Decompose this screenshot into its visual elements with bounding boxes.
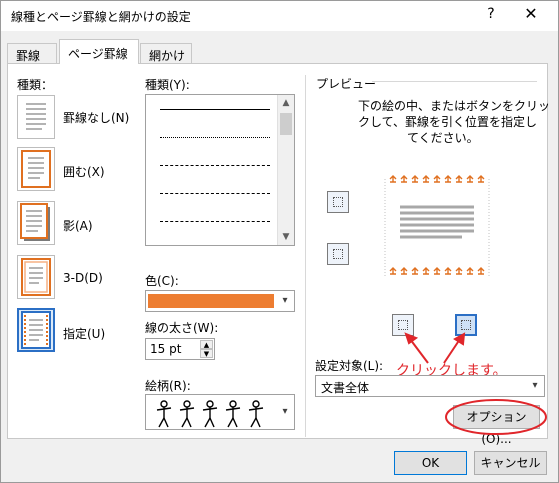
tab-page-border[interactable]: ページ罫線 xyxy=(59,39,139,64)
tab-borders[interactable]: 罫線 xyxy=(7,43,57,64)
width-label: 線の太さ(W): xyxy=(145,321,219,335)
column-divider xyxy=(305,75,306,437)
preview-instruction-2: クして、罫線を引く位置を指定し xyxy=(358,115,538,129)
spin-up-icon[interactable]: ▲ xyxy=(200,340,213,349)
setting-box-icon[interactable] xyxy=(17,147,55,191)
apply-to-dropdown[interactable]: 文書全体 ▾ xyxy=(315,375,545,397)
setting-3d-icon[interactable] xyxy=(17,255,55,299)
chevron-down-icon[interactable]: ▾ xyxy=(276,395,294,429)
ok-button[interactable]: OK xyxy=(394,451,467,475)
cancel-button[interactable]: キャンセル xyxy=(474,451,547,475)
setting-custom-icon[interactable] xyxy=(17,308,55,352)
art-figures-icon xyxy=(156,400,264,428)
color-label: 色(C): xyxy=(145,274,179,288)
tab-shading[interactable]: 網かけ xyxy=(140,43,192,64)
preview-instruction-1: 下の絵の中、またはボタンをクリッ xyxy=(358,99,551,113)
line-style-solid[interactable] xyxy=(160,109,270,110)
line-style-list[interactable]: ▲ ▼ xyxy=(145,94,295,246)
title-bar: 線種とページ罫線と網かけの設定 ? ✕ xyxy=(1,1,558,31)
setting-box-label[interactable]: 囲む(X) xyxy=(63,163,105,180)
color-swatch xyxy=(148,294,274,308)
scroll-down-icon[interactable]: ▼ xyxy=(278,229,294,245)
setting-none-label[interactable]: 罫線なし(N) xyxy=(63,109,129,126)
setting-heading: 種類： xyxy=(17,78,54,92)
close-button[interactable]: ✕ xyxy=(521,4,541,23)
preview-group-line xyxy=(372,81,537,82)
scroll-thumb[interactable] xyxy=(280,113,292,135)
line-style-dashed[interactable] xyxy=(160,165,270,166)
help-button[interactable]: ? xyxy=(483,6,499,22)
setting-none-icon[interactable] xyxy=(17,95,55,139)
dialog-window: 線種とページ罫線と網かけの設定 ? ✕ 罫線 ページ罫線 網かけ 種類： 罫線な… xyxy=(0,0,559,483)
style-label: 種類(Y): xyxy=(145,78,190,92)
line-style-dash-dot[interactable] xyxy=(160,221,270,222)
dialog-title: 線種とページ罫線と網かけの設定 xyxy=(11,10,191,24)
chevron-down-icon[interactable]: ▾ xyxy=(526,376,544,396)
line-style-long-dash[interactable] xyxy=(160,193,270,194)
preview-heading: プレビュー xyxy=(316,77,377,91)
color-dropdown[interactable]: ▾ xyxy=(145,290,295,312)
preview-page[interactable] xyxy=(382,173,492,293)
apply-to-label: 設定対象(L): xyxy=(315,359,384,373)
annotation-circle xyxy=(445,399,547,435)
setting-shadow-icon[interactable] xyxy=(17,201,55,245)
line-style-dotted[interactable] xyxy=(160,137,270,138)
width-value[interactable]: 15 pt xyxy=(150,342,181,356)
spin-down-icon[interactable]: ▼ xyxy=(200,349,213,358)
setting-3d-label[interactable]: 3-D(D) xyxy=(63,271,103,285)
line-list-scrollbar[interactable]: ▲ ▼ xyxy=(277,95,294,245)
art-label: 絵柄(R): xyxy=(145,379,191,393)
apply-to-value[interactable]: 文書全体 xyxy=(321,379,369,396)
setting-shadow-label[interactable]: 影(A) xyxy=(63,217,93,234)
art-dropdown[interactable]: ▾ xyxy=(145,394,295,430)
scroll-up-icon[interactable]: ▲ xyxy=(278,95,294,111)
width-spinner[interactable]: 15 pt ▲ ▼ xyxy=(145,338,215,360)
bottom-border-toggle[interactable] xyxy=(327,243,349,265)
chevron-down-icon[interactable]: ▾ xyxy=(276,291,294,311)
top-border-toggle[interactable] xyxy=(327,191,349,213)
setting-custom-label[interactable]: 指定(U) xyxy=(63,325,105,342)
preview-instruction-3: てください。 xyxy=(407,131,479,145)
